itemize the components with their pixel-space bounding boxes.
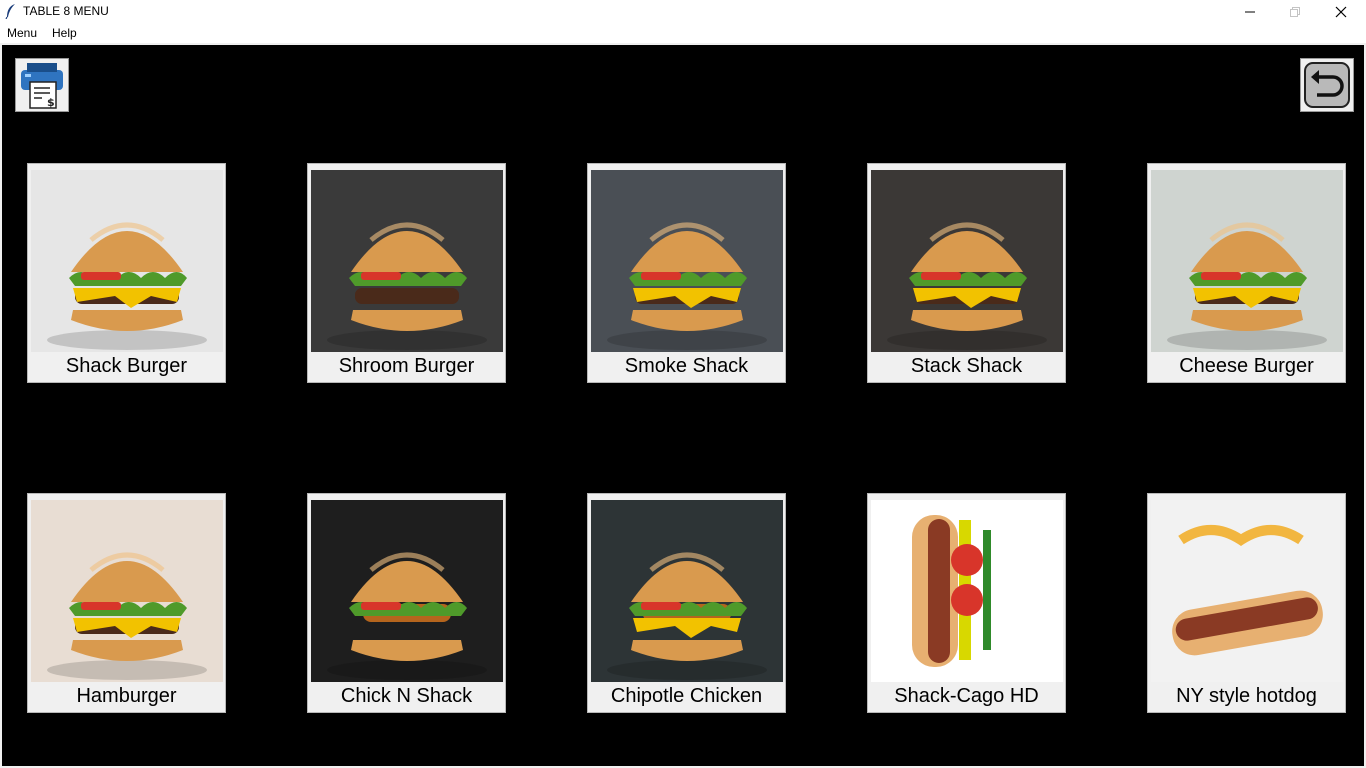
menu-item-card[interactable]: Shack Burger [27, 163, 226, 383]
back-button[interactable] [1300, 58, 1354, 112]
burger-image [591, 500, 783, 682]
burger-image [31, 170, 223, 352]
printer-bill-icon: $ [21, 63, 63, 109]
menu-item-label: NY style hotdog [1176, 685, 1317, 707]
menu-item-label: Stack Shack [910, 355, 1023, 377]
menu-item-card[interactable]: Hamburger [27, 493, 226, 713]
hotdog-image [1151, 500, 1343, 682]
minimize-button[interactable] [1227, 0, 1273, 23]
menu-item-label: Chipotle Chicken [610, 685, 763, 707]
feather-icon [5, 4, 15, 19]
menu-bar: Menu Help [0, 23, 1366, 43]
burger-image [311, 500, 503, 682]
menu-item-label: Shack Burger [65, 355, 188, 377]
title-bar: TABLE 8 MENU [0, 0, 1366, 23]
menu-item-label: Cheese Burger [1179, 355, 1314, 377]
minimize-icon [1245, 11, 1255, 12]
burger-image [31, 500, 223, 682]
menu-item-label: Smoke Shack [624, 355, 749, 377]
svg-text:$: $ [47, 96, 55, 109]
menu-item-card[interactable]: Chipotle Chicken [587, 493, 786, 713]
menu-item-label: Shack-Cago HD [894, 685, 1039, 707]
menu-item-card[interactable]: Smoke Shack [587, 163, 786, 383]
hotdog-image [871, 500, 1063, 682]
menu-item-card[interactable]: Chick N Shack [307, 493, 506, 713]
menu-menu[interactable]: Menu [5, 26, 39, 40]
burger-image [591, 170, 783, 352]
menu-content: $ Shack Burger Shroom Burger Smoke Shack… [2, 45, 1364, 766]
close-button[interactable] [1318, 0, 1364, 23]
window-title: TABLE 8 MENU [23, 4, 109, 18]
menu-help[interactable]: Help [50, 26, 79, 40]
maximize-button[interactable] [1272, 0, 1318, 23]
menu-item-card[interactable]: NY style hotdog [1147, 493, 1346, 713]
menu-item-card[interactable]: Shroom Burger [307, 163, 506, 383]
print-bill-button[interactable]: $ [15, 58, 69, 112]
menu-item-label: Shroom Burger [338, 355, 475, 377]
burger-image [1151, 170, 1343, 352]
menu-item-label: Chick N Shack [340, 685, 473, 707]
menu-item-card[interactable]: Stack Shack [867, 163, 1066, 383]
menu-item-card[interactable]: Cheese Burger [1147, 163, 1346, 383]
close-icon [1335, 6, 1347, 17]
burger-image [311, 170, 503, 352]
menu-item-card[interactable]: Shack-Cago HD [867, 493, 1066, 713]
maximize-icon [1290, 6, 1300, 17]
burger-image [871, 170, 1063, 352]
menu-item-label: Hamburger [76, 685, 177, 707]
back-arrow-icon [1304, 62, 1350, 108]
